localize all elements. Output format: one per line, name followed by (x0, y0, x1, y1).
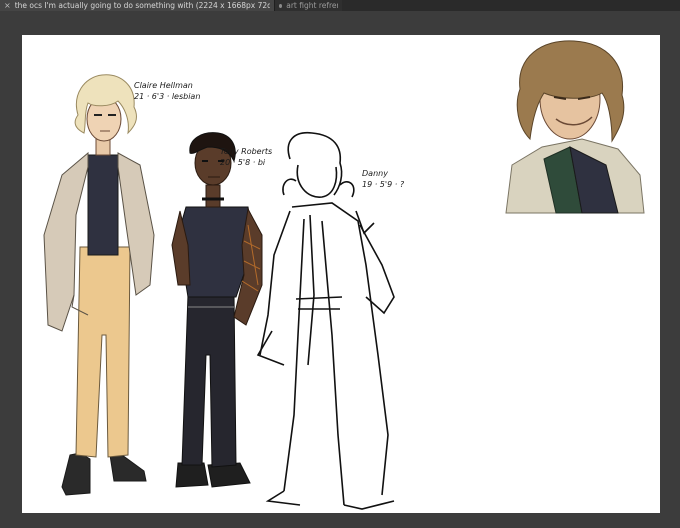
artwork (43, 35, 645, 510)
tab-label: art fight refrence (286, 1, 338, 10)
drawing-canvas[interactable]: Claire Hellman 21 · 6'3 · lesbian Tony R… (22, 35, 660, 513)
label-danny-name: Danny (362, 169, 388, 178)
label-tony-name: Tony Roberts (220, 147, 273, 156)
document-tab-bar: × the ocs I'm actually going to do somet… (0, 0, 680, 11)
label-danny-stats: 19 · 5'9 · ? (362, 180, 405, 189)
character-danny (256, 132, 395, 510)
portrait-reference (496, 35, 645, 214)
canvas-workspace[interactable]: Claire Hellman 21 · 6'3 · lesbian Tony R… (0, 11, 680, 528)
label-claire-name: Claire Hellman (134, 81, 193, 90)
tab-art-fight-reference[interactable]: art fight refrence (274, 0, 342, 11)
close-icon[interactable]: × (4, 0, 11, 11)
dot-icon (279, 3, 283, 8)
label-tony-stats: 20 · 5'8 · bi (220, 158, 266, 167)
label-claire-stats: 21 · 6'3 · lesbian (134, 92, 201, 101)
tab-label: the ocs I'm actually going to do somethi… (14, 1, 270, 10)
tab-ocs-document[interactable]: × the ocs I'm actually going to do somet… (0, 0, 274, 11)
character-claire-hellman (43, 74, 155, 496)
character-tony-roberts (171, 132, 263, 488)
